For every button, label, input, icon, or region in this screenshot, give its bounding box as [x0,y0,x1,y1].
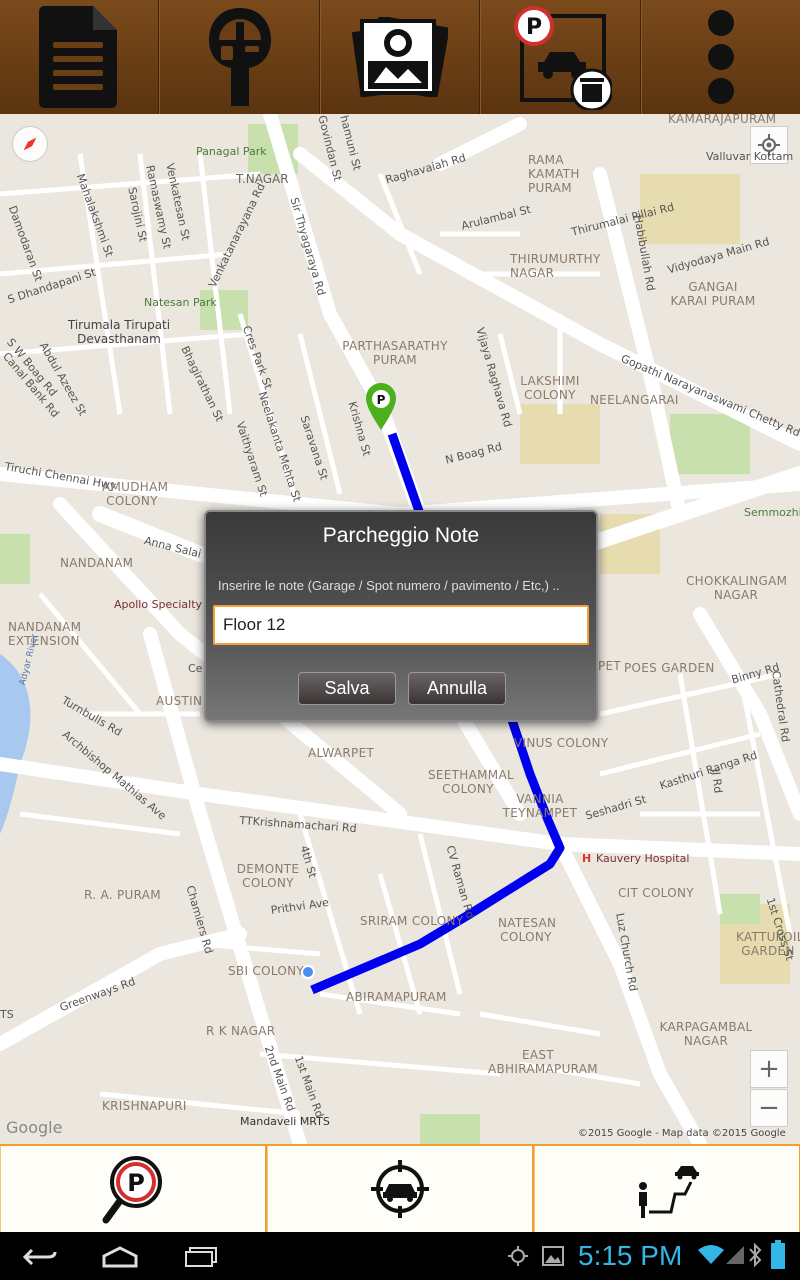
overflow-menu-icon [707,10,734,104]
map-label: PARTHASARATHY PURAM [342,339,448,367]
map-label: PET [598,659,622,673]
find-parking-icon: P [102,1156,162,1224]
compass-icon [23,137,37,151]
wifi-icon [698,1245,724,1264]
locate-car-button[interactable] [267,1146,534,1232]
map-label: Semmozhi [744,506,800,519]
map-label: CIT COLONY [618,886,694,900]
map-label: NANDANAM [60,556,134,570]
map-label: SRIRAM COLONY [360,914,464,928]
map-label: NANDANAM EXTENSION [8,620,82,648]
map-label: VANNIA TEYNAMPET [502,792,578,820]
svg-text:P: P [127,1169,145,1197]
overflow-menu-button[interactable] [640,0,800,114]
recent-apps-icon[interactable] [184,1246,220,1268]
map-label: Panagal Park [196,145,267,158]
map-label: Tirumala Tirupati Devasthanam [67,318,171,346]
map-label: R K NAGAR [206,1024,276,1038]
map-label: THIRUMURTHY NAGAR [510,252,601,280]
battery-icon [771,1240,785,1269]
dialog-message: Inserire le note (Garage / Spot numero /… [218,578,560,593]
map-label: Apollo Specialty H [114,598,214,611]
find-parking-button[interactable]: P [0,1146,267,1232]
map-label: AMUDHAM COLONY [102,480,169,508]
parking-note-dialog: Parcheggio Note Inserire le note (Garage… [204,510,598,722]
map-label: RAMA KAMATH PURAM [528,153,580,195]
save-button[interactable]: Salva [298,672,396,705]
map-label: JJ Rd [709,768,725,794]
top-toolbar: P [0,0,800,114]
map-label: KRISHNAPURI [102,1099,187,1113]
dialog-title: Parcheggio Note [322,524,480,547]
document-icon [39,6,118,108]
map-label: SEETHAMMAL COLONY [428,768,514,796]
walk-route-button[interactable] [534,1146,800,1232]
walk-route-icon [639,1166,699,1218]
gps-icon [508,1246,528,1266]
map-label: DEMONTE COLONY [236,862,300,890]
map-label: ABIRAMAPURAM [346,990,447,1004]
zoom-in-button[interactable]: + [750,1050,788,1088]
svg-text:P: P [526,15,542,40]
clear-parking-button[interactable]: P [480,0,641,114]
map-label: R. A. PURAM [84,888,161,902]
signal-icon [726,1246,744,1264]
map-label: LAKSHIMI COLONY [520,374,580,402]
svg-text:H: H [582,852,591,865]
gallery-icon [542,1246,564,1266]
cancel-button[interactable]: Annulla [408,672,506,705]
delete-parking-icon: P [514,6,613,110]
locate-car-icon [371,1160,429,1218]
map-label: NATESAN COLONY [498,916,557,944]
svg-text:P: P [377,393,386,407]
google-logo: Google [6,1118,63,1137]
map-label: TS [0,1008,14,1021]
map-label: KARPAGAMBAL NAGAR [659,1020,753,1048]
map-icon [352,17,449,97]
map-label: VINUS COLONY [514,736,609,750]
system-navigation-bar: 5:15 PM [0,1232,800,1280]
home-icon[interactable] [100,1246,140,1268]
back-icon[interactable] [22,1246,58,1268]
map-label: Natesan Park [144,296,217,309]
parking-meter-icon [208,8,271,106]
map-attribution: ©2015 Google - Map data ©2015 Google [578,1128,786,1139]
compass-button[interactable] [12,126,48,162]
note-input[interactable] [213,605,589,645]
notes-button[interactable] [0,0,160,114]
map-label: EAST ABHIRAMAPURAM [488,1048,598,1076]
zoom-out-button[interactable]: − [750,1089,788,1127]
parking-meter-button[interactable] [159,0,320,114]
map-label: GANGAI KARAI PURAM [670,280,756,308]
clock: 5:15 PM [578,1240,683,1271]
map-label: Kauvery Hospital [596,852,690,865]
map-label: NEELANGARAI [590,393,679,407]
map-label: Valluvar Kottam [706,150,794,163]
map-label: ALWARPET [308,746,375,760]
map-label: Ce [188,662,203,675]
map-label: POES GARDEN [624,661,715,675]
map-label: SBI COLONY [228,964,305,978]
bottom-toolbar: P [0,1144,800,1232]
map-label: KAMARAJAPURAM [668,114,777,126]
map-button[interactable] [319,0,481,114]
bluetooth-icon [749,1242,762,1268]
map-label: CHOKKALINGAM NAGAR [686,574,788,602]
